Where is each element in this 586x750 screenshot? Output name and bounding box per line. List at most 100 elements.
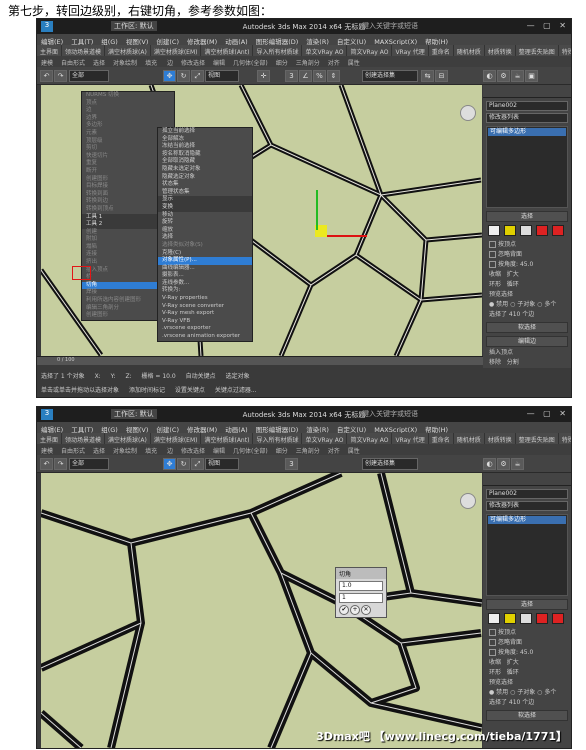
ok-icon[interactable]: ✔ — [339, 605, 349, 615]
context-menu-item[interactable]: 对象属性(P)... — [158, 257, 252, 265]
vertex-mode-icon[interactable] — [488, 613, 500, 624]
rollout-soft-selection[interactable]: 软选择 — [486, 710, 568, 721]
context-menu-item[interactable]: 转换为: — [158, 287, 252, 295]
viewcube-icon[interactable] — [460, 105, 476, 121]
render-setup-icon[interactable]: ⚙ — [497, 70, 510, 82]
snap-icon[interactable]: 3 — [285, 70, 298, 82]
perspective-viewport[interactable]: 切角 1.0 1 ✔ + ✕ — [41, 473, 482, 748]
set-key-button[interactable]: 设置关键点 — [171, 382, 209, 394]
window-controls[interactable]: — ▢ ✕ — [527, 21, 569, 30]
chamfer-segments-field[interactable]: 1 — [339, 593, 383, 603]
plugin-button[interactable]: 导入所有材质球 — [253, 433, 303, 444]
context-menu-item[interactable]: V-Ray VFB — [158, 318, 252, 326]
plugin-button[interactable]: 随机材质 — [454, 433, 485, 444]
polygon-mode-icon[interactable] — [536, 613, 548, 624]
window-controls[interactable]: — ▢ ✕ — [527, 409, 569, 418]
plugin-button[interactable]: VRay 代理 — [392, 433, 429, 444]
context-menu-item[interactable]: V-Ray properties — [158, 295, 252, 303]
object-name-field[interactable]: Plane002 — [486, 101, 568, 111]
plugin-button[interactable]: 主界面 — [37, 433, 63, 444]
ribbon-tab[interactable]: 对象绘制 — [109, 56, 141, 67]
command-panel-tabs[interactable] — [483, 85, 571, 98]
context-menu-item[interactable]: V-Ray mesh export — [158, 310, 252, 318]
shrink-grow-buttons[interactable]: 收缩 扩大 — [489, 271, 568, 279]
plugin-button[interactable]: 领动场景道模 — [62, 45, 106, 56]
plugin-button[interactable]: 重命名 — [429, 45, 454, 56]
plugin-button[interactable]: 特殊功能 — [559, 433, 571, 444]
ribbon-tab[interactable]: 自由形式 — [57, 444, 89, 455]
redo-icon[interactable]: ↷ — [54, 458, 67, 470]
element-mode-icon[interactable] — [552, 613, 564, 624]
add-time-tag[interactable]: 添加时间标记 — [125, 382, 169, 394]
insert-vertex-button[interactable]: 插入顶点 — [489, 349, 568, 357]
reference-coord-dropdown[interactable]: 视图 — [205, 70, 239, 82]
angle-snap-icon[interactable]: ∠ — [299, 70, 312, 82]
ribbon-group[interactable]: 细分 — [272, 444, 292, 455]
command-panel-tabs[interactable] — [483, 473, 571, 486]
undo-icon[interactable]: ↶ — [40, 458, 53, 470]
ring-loop-buttons[interactable]: 环形 循环 — [489, 281, 568, 289]
context-menu-item[interactable]: 边 — [82, 107, 174, 115]
border-mode-icon[interactable] — [520, 225, 532, 236]
undo-icon[interactable]: ↶ — [40, 70, 53, 82]
modifier-list-dropdown[interactable]: 修改器列表 — [486, 113, 568, 123]
ribbon-group[interactable]: 修改选择 — [177, 56, 209, 67]
context-menu-item[interactable]: 孤立当前选择 — [158, 128, 252, 136]
ignore-backfacing-checkbox[interactable]: 忽略背面 — [489, 251, 568, 259]
ribbon-tab[interactable]: 填充 — [141, 444, 161, 455]
plugin-button[interactable]: 特殊功能 — [559, 45, 571, 56]
rollout-edit-edges[interactable]: 编辑边 — [486, 336, 568, 347]
spinner-snap-icon[interactable]: ⇕ — [327, 70, 340, 82]
plugin-button[interactable]: 满空材质球(EM) — [151, 433, 202, 444]
ribbon-group[interactable]: 属性 — [344, 444, 364, 455]
material-editor-icon[interactable]: ◐ — [483, 458, 496, 470]
plugin-button[interactable]: 导入所有材质球 — [253, 45, 303, 56]
context-menu-item[interactable]: 移动 — [158, 212, 252, 220]
polygon-mode-icon[interactable] — [536, 225, 548, 236]
plugin-button[interactable]: 单文VRay AO — [302, 433, 348, 444]
context-menu-item[interactable]: 旋转 — [158, 219, 252, 227]
help-search[interactable]: 键入关键字或短语 — [362, 409, 418, 419]
ribbon-tab[interactable]: 对象绘制 — [109, 444, 141, 455]
shrink-grow-buttons[interactable]: 收缩 扩大 — [489, 659, 568, 667]
modifier-list-dropdown[interactable]: 修改器列表 — [486, 501, 568, 511]
context-menu-item[interactable]: 选择 — [158, 234, 252, 242]
rollout-selection[interactable]: 选择 — [486, 211, 568, 222]
plugin-button[interactable]: 主界面 — [37, 45, 63, 56]
context-menu-item[interactable]: NURMS 切换 — [82, 92, 174, 100]
remove-split-buttons[interactable]: 移除 分割 — [489, 359, 568, 367]
auto-key-button[interactable]: 自动关键点 — [182, 368, 220, 380]
context-menu-item[interactable]: 全部取消隐藏 — [158, 158, 252, 166]
pivot-icon[interactable]: ✛ — [257, 70, 270, 82]
ribbon-group[interactable]: 边 — [163, 56, 177, 67]
cancel-icon[interactable]: ✕ — [361, 605, 371, 615]
context-menu-item[interactable]: 隐藏未选定对象 — [158, 166, 252, 174]
ribbon-group[interactable]: 三角剖分 — [292, 444, 324, 455]
rollout-selection[interactable]: 选择 — [486, 599, 568, 610]
plugin-button[interactable]: 满空材质球(Ant) — [201, 433, 254, 444]
ribbon-group[interactable]: 修改选择 — [177, 444, 209, 455]
ribbon-group[interactable]: 编辑 — [209, 444, 229, 455]
ribbon-group[interactable]: 编辑 — [209, 56, 229, 67]
gizmo-x-axis[interactable] — [327, 235, 367, 237]
mirror-icon[interactable]: ⇆ — [421, 70, 434, 82]
border-mode-icon[interactable] — [520, 613, 532, 624]
by-vertex-checkbox[interactable]: 按顶点 — [489, 241, 568, 249]
context-menu-item[interactable]: V-Ray scene converter — [158, 303, 252, 311]
ignore-backfacing-checkbox[interactable]: 忽略背面 — [489, 639, 568, 647]
by-angle-checkbox[interactable]: 按角度: 45.0 — [489, 649, 568, 657]
named-selection-dropdown[interactable]: 创建选择集 — [362, 458, 418, 470]
plugin-button[interactable]: 满空材质球(A) — [105, 433, 151, 444]
plugin-button[interactable]: 整理丢失贴图 — [516, 45, 559, 56]
context-menu-item[interactable]: .vrscene exporter — [158, 325, 252, 333]
context-menu-item[interactable]: 克隆(C) — [158, 250, 252, 258]
plugin-button[interactable]: 领动场景道模 — [62, 433, 106, 444]
ribbon-group[interactable]: 细分 — [272, 56, 292, 67]
plugin-button[interactable]: 简文VRay AO — [347, 433, 393, 444]
ribbon-group[interactable]: 几何体(全部) — [229, 56, 272, 67]
gizmo-y-axis[interactable] — [316, 190, 318, 230]
context-menu-item[interactable]: 顶点 — [82, 100, 174, 108]
ribbon-tab[interactable]: 建模 — [37, 444, 57, 455]
perspective-viewport[interactable]: NURMS 切换 顶点边边界 多边形 元素 顶层级 剪切 快速切片 重复 断开 创建图形 目标焊接转… — [41, 85, 482, 356]
plugin-button[interactable]: 材质转换 — [485, 433, 516, 444]
